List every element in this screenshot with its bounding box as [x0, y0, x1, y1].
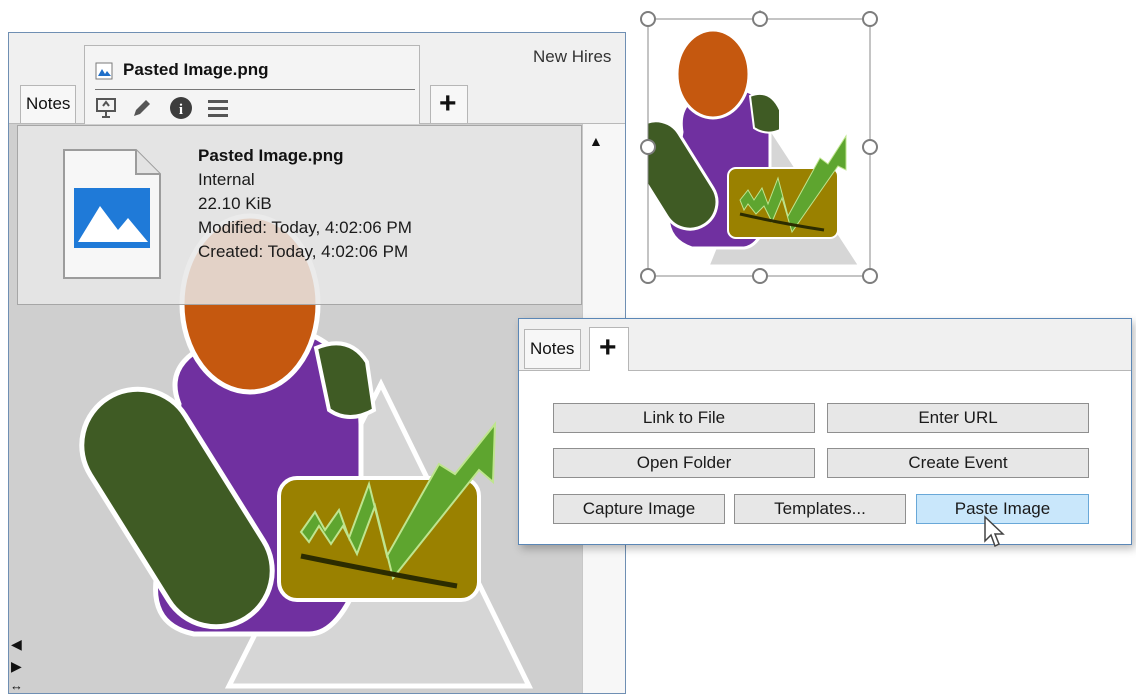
add-tab-button[interactable]: +: [430, 85, 468, 123]
resize-handle-top-right[interactable]: [862, 11, 878, 27]
resize-handle-top[interactable]: [752, 11, 768, 27]
image-document-icon: [63, 149, 161, 279]
file-created: Created: Today, 4:02:06 PM: [198, 242, 409, 261]
file-location: Internal: [198, 170, 255, 189]
create-event-button[interactable]: Create Event: [827, 448, 1089, 478]
capture-image-button[interactable]: Capture Image: [553, 494, 725, 524]
tab-title: Pasted Image.png: [123, 60, 269, 79]
resize-handle-bottom-left[interactable]: [640, 268, 656, 284]
dialog-add-tab-button[interactable]: +: [589, 327, 629, 371]
selection-frame[interactable]: [640, 10, 880, 285]
presentation-icon[interactable]: [95, 97, 117, 119]
plus-icon: +: [599, 331, 617, 364]
link-to-file-button[interactable]: Link to File: [553, 403, 815, 433]
resize-handle-left[interactable]: [640, 139, 656, 155]
templates-button[interactable]: Templates...: [734, 494, 906, 524]
file-size: 22.10 KiB: [198, 194, 272, 213]
resize-handle-right[interactable]: [862, 139, 878, 155]
resize-handle-top-left[interactable]: [640, 11, 656, 27]
open-folder-button[interactable]: Open Folder: [553, 448, 815, 478]
file-name: Pasted Image.png: [198, 146, 344, 165]
tab-separator: [95, 89, 415, 90]
right-arrow-icon[interactable]: ▶: [11, 658, 22, 675]
menu-icon[interactable]: [207, 98, 229, 118]
scroll-up-icon[interactable]: ▲: [589, 133, 603, 149]
image-file-icon: [95, 62, 113, 80]
dialog-tab-notes-label: Notes: [530, 339, 575, 358]
tab-notes-label: Notes: [26, 94, 71, 113]
insert-dialog: Notes + Link to File Enter URL Open Fold…: [518, 318, 1132, 545]
info-icon[interactable]: i: [169, 96, 193, 120]
tab-toolbar: i: [95, 96, 245, 120]
resize-handle-bottom-right[interactable]: [862, 268, 878, 284]
enter-url-button[interactable]: Enter URL: [827, 403, 1089, 433]
left-arrow-icon[interactable]: ◀: [11, 636, 22, 653]
tab-notes[interactable]: Notes: [20, 85, 76, 123]
svg-text:i: i: [179, 102, 183, 118]
resize-handle-icon[interactable]: ↔: [10, 678, 23, 693]
plus-icon: +: [439, 87, 457, 120]
dialog-tab-notes[interactable]: Notes: [524, 329, 581, 369]
tab-pasted-image[interactable]: Pasted Image.png i: [84, 45, 420, 125]
mouse-cursor-icon: [984, 515, 1005, 548]
file-modified: Modified: Today, 4:02:06 PM: [198, 218, 412, 237]
resize-handle-bottom[interactable]: [752, 268, 768, 284]
pencil-icon[interactable]: [131, 97, 153, 119]
new-hires-label[interactable]: New Hires: [533, 47, 611, 67]
file-info-panel: Pasted Image.png Internal 22.10 KiB Modi…: [17, 125, 582, 305]
